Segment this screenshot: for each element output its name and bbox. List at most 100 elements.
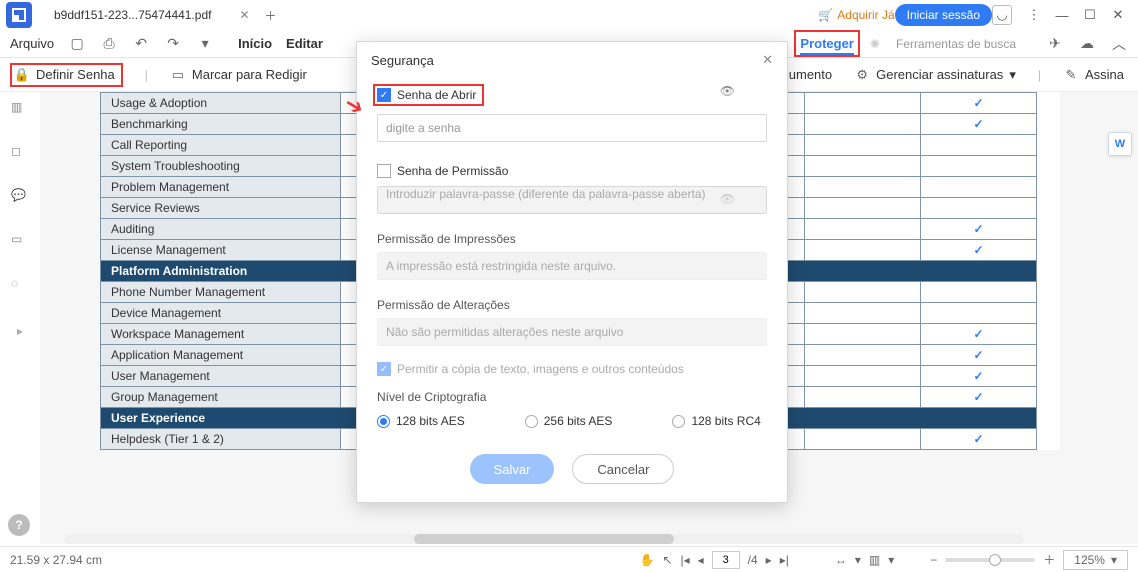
divider: | bbox=[1038, 68, 1041, 82]
allow-copy-label: Permitir a cópia de texto, imagens e out… bbox=[397, 362, 684, 376]
undo-icon[interactable]: ↶ bbox=[132, 35, 150, 52]
next-page-icon[interactable]: ▸ bbox=[766, 553, 772, 567]
open-icon[interactable]: ▢ bbox=[68, 35, 86, 52]
lock-icon: 🔒 bbox=[14, 67, 30, 83]
menu-editar[interactable]: Editar bbox=[286, 36, 323, 51]
redact-icon: ▭ bbox=[170, 67, 186, 83]
gerenciar-assinaturas-label: Gerenciar assinaturas bbox=[876, 67, 1003, 82]
chevron-up-icon[interactable]: ︿ bbox=[1110, 34, 1128, 54]
open-password-row-highlight: ✓ Senha de Abrir bbox=[373, 84, 484, 106]
app-logo[interactable] bbox=[6, 2, 32, 28]
signature-settings-icon: ⚙ bbox=[854, 67, 870, 83]
marcar-redigir-label: Marcar para Redigir bbox=[192, 67, 307, 82]
comments-icon[interactable]: 💬 bbox=[11, 188, 29, 206]
eye-icon-disabled: 👁 bbox=[720, 192, 735, 206]
more-icon[interactable]: ⋮ bbox=[1020, 7, 1048, 23]
dropdown-icon[interactable]: ▾ bbox=[196, 35, 214, 52]
radio-dot bbox=[672, 415, 685, 428]
user-icon[interactable]: ◡ bbox=[992, 5, 1020, 25]
page-number-input[interactable] bbox=[712, 551, 740, 569]
radio-dot bbox=[525, 415, 538, 428]
new-tab-button[interactable]: ＋ bbox=[260, 4, 282, 26]
expand-sidebar-icon[interactable]: ▸ bbox=[17, 324, 23, 338]
signature-icon: ✎ bbox=[1063, 67, 1079, 83]
chevron-down-icon: ▾ bbox=[1111, 553, 1117, 567]
open-password-input[interactable] bbox=[377, 114, 767, 142]
enc-128aes-radio[interactable]: 128 bits AES bbox=[377, 414, 465, 428]
permission-password-label: Senha de Permissão bbox=[397, 164, 508, 178]
menu-arquivo[interactable]: Arquivo bbox=[10, 36, 54, 51]
cancel-button[interactable]: Cancelar bbox=[572, 454, 674, 484]
scrollbar-thumb[interactable] bbox=[414, 534, 674, 544]
divider: | bbox=[145, 68, 148, 82]
red-highlight-box bbox=[794, 30, 859, 57]
prev-page-icon[interactable]: ◂ bbox=[698, 553, 704, 567]
close-tab-icon[interactable]: ✕ bbox=[239, 8, 249, 22]
permission-password-input: Introduzir palavra-passe (diferente da p… bbox=[377, 186, 767, 214]
dialog-title: Segurança bbox=[371, 53, 434, 68]
print-permission-label: Permissão de Impressões bbox=[377, 232, 767, 246]
send-icon[interactable]: ✈ bbox=[1046, 35, 1064, 52]
search-icon[interactable]: ◌ bbox=[11, 276, 29, 294]
chevron-down-icon[interactable]: ▾ bbox=[888, 553, 894, 567]
close-window-button[interactable]: ✕ bbox=[1104, 7, 1132, 23]
redo-icon[interactable]: ↷ bbox=[164, 35, 182, 52]
help-button[interactable]: ? bbox=[8, 514, 30, 536]
print-permission-select: A impressão está restringida neste arqui… bbox=[377, 252, 767, 280]
select-tool-icon[interactable]: ↖ bbox=[662, 553, 672, 567]
chevron-down-icon[interactable]: ▾ bbox=[855, 553, 861, 567]
eye-icon[interactable]: 👁 bbox=[720, 84, 735, 98]
menu-inicio[interactable]: Início bbox=[238, 36, 272, 51]
enc-128rc4-radio[interactable]: 128 bits RC4 bbox=[672, 414, 760, 428]
document-tab[interactable]: b9ddf151-223...75474441.pdf ✕ bbox=[44, 2, 260, 28]
last-page-icon[interactable]: ▸| bbox=[780, 553, 789, 567]
zoom-in-icon[interactable]: ＋ bbox=[1043, 551, 1055, 568]
tab-title: b9ddf151-223...75474441.pdf bbox=[54, 8, 211, 22]
definir-senha-label: Definir Senha bbox=[36, 67, 115, 82]
fit-width-icon[interactable]: ↔ bbox=[835, 553, 847, 567]
tools-search-text[interactable]: Ferramentas de busca bbox=[896, 37, 1016, 51]
bookmarks-icon[interactable]: ◻ bbox=[11, 144, 29, 162]
changes-permission-select: Não são permitidas alterações neste arqu… bbox=[377, 318, 767, 346]
attachments-icon[interactable]: ▭ bbox=[11, 232, 29, 250]
hand-tool-icon[interactable]: ✋ bbox=[639, 553, 654, 567]
allow-copy-checkbox: ✓ bbox=[377, 362, 391, 376]
zoom-slider[interactable] bbox=[945, 558, 1035, 562]
enc-256aes-radio[interactable]: 256 bits AES bbox=[525, 414, 613, 428]
horizontal-scrollbar[interactable] bbox=[64, 534, 1024, 544]
thumbnails-icon[interactable]: ▥ bbox=[11, 100, 29, 118]
security-dialog: Segurança ✕ ✓ Senha de Abrir 👁 Senha de … bbox=[356, 41, 788, 503]
print-icon[interactable]: ⎙ bbox=[100, 35, 118, 52]
open-password-checkbox[interactable]: ✓ bbox=[377, 88, 391, 102]
cart-icon: 🛒 bbox=[818, 8, 833, 22]
zoom-level-box[interactable]: 125%▾ bbox=[1063, 550, 1128, 570]
marcar-redigir-button[interactable]: ▭ Marcar para Redigir bbox=[170, 67, 307, 83]
documento-partial[interactable]: umento bbox=[789, 67, 832, 82]
cloud-icon[interactable]: ☁ bbox=[1078, 35, 1096, 52]
light-icon: ✺ bbox=[870, 37, 880, 51]
chevron-down-icon: ▾ bbox=[1009, 67, 1016, 83]
enc-128rc4-label: 128 bits RC4 bbox=[691, 414, 760, 428]
gerenciar-assinaturas-button[interactable]: ⚙ Gerenciar assinaturas ▾ bbox=[854, 67, 1016, 83]
minimize-button[interactable]: — bbox=[1048, 8, 1076, 23]
definir-senha-button[interactable]: 🔒 Definir Senha bbox=[10, 63, 123, 87]
permission-password-checkbox[interactable] bbox=[377, 164, 391, 178]
menu-proteger-wrap[interactable]: Proteger bbox=[800, 36, 853, 51]
word-export-badge[interactable]: W bbox=[1108, 132, 1132, 156]
signin-button[interactable]: Iniciar sessão bbox=[895, 4, 992, 26]
buy-label: Adquirir Já bbox=[837, 8, 894, 22]
dialog-close-icon[interactable]: ✕ bbox=[762, 52, 773, 68]
buy-now-link[interactable]: 🛒 Adquirir Já bbox=[818, 8, 894, 22]
zoom-out-icon[interactable]: − bbox=[930, 553, 937, 567]
changes-permission-label: Permissão de Alterações bbox=[377, 298, 767, 312]
page-total: /4 bbox=[748, 553, 758, 567]
left-sidebar: ▥ ◻ 💬 ▭ ◌ ▸ bbox=[0, 92, 40, 544]
first-page-icon[interactable]: |◂ bbox=[680, 553, 689, 567]
maximize-button[interactable]: ☐ bbox=[1076, 7, 1104, 23]
view-mode-icon[interactable]: ▥ bbox=[869, 553, 880, 567]
zoom-knob[interactable] bbox=[989, 554, 1001, 566]
save-button[interactable]: Salvar bbox=[470, 454, 555, 484]
documento-label: umento bbox=[789, 67, 832, 82]
radio-dot bbox=[377, 415, 390, 428]
assina-button[interactable]: ✎ Assina bbox=[1063, 67, 1124, 83]
